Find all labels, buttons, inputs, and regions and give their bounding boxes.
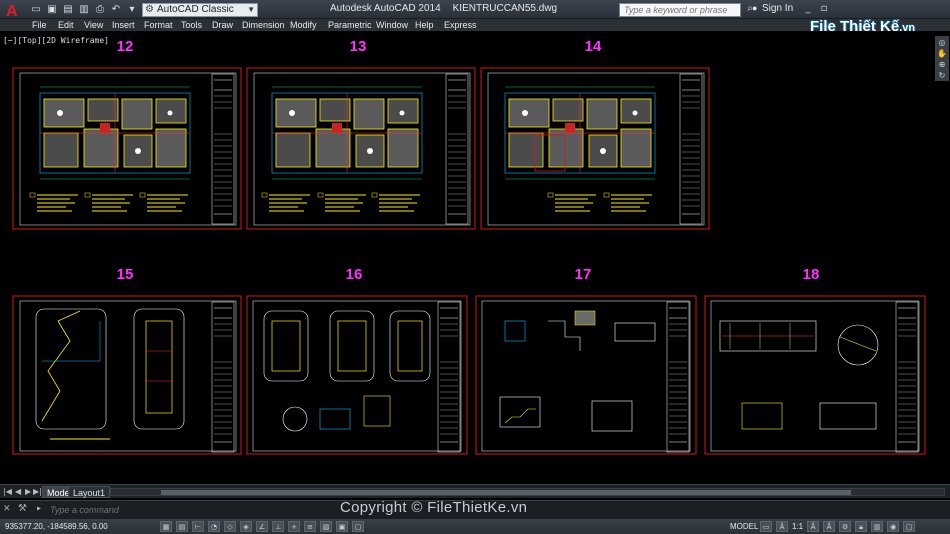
- sign-in-label: Sign In: [762, 3, 794, 14]
- sheet-18[interactable]: [704, 295, 926, 455]
- orbit-icon[interactable]: ↻: [939, 71, 946, 80]
- sheet-number-14: 14: [584, 38, 602, 55]
- navigation-bar: ◎ ✋ ⊕ ↻: [935, 36, 949, 81]
- annotation-scale-icon[interactable]: Å: [776, 521, 788, 532]
- window-title: Autodesk AutoCAD 2014 KIENTRUCCAN55.dwg: [330, 3, 557, 14]
- scrollbar-thumb[interactable]: [161, 490, 851, 495]
- sheet-number-15: 15: [116, 266, 134, 283]
- grid-icon[interactable]: ▤: [176, 521, 188, 532]
- menu-express[interactable]: Express: [444, 19, 477, 31]
- otrack-icon[interactable]: ∠: [256, 521, 268, 532]
- plot-icon[interactable]: ⎙: [94, 4, 106, 16]
- close-icon[interactable]: ✕: [3, 504, 11, 514]
- annotation-scale[interactable]: 1:1: [792, 522, 803, 531]
- menu-dimension[interactable]: Dimension: [242, 19, 285, 31]
- dyn-icon[interactable]: +: [288, 521, 300, 532]
- dropdown-icon[interactable]: ▾: [126, 4, 138, 16]
- model-space-toggle[interactable]: MODEL: [730, 522, 758, 531]
- workspace-select[interactable]: ⚙ AutoCAD Classic ▼: [142, 3, 258, 17]
- sheet-number-16: 16: [345, 266, 363, 283]
- viewport-controls[interactable]: [−][Top][2D Wireframe]: [3, 36, 109, 45]
- sign-in-button[interactable]: ● Sign In: [752, 3, 793, 14]
- menu-bar: File Edit View Insert Format Tools Draw …: [0, 19, 950, 31]
- menu-draw[interactable]: Draw: [212, 19, 233, 31]
- undo-icon[interactable]: ↶: [110, 4, 122, 16]
- sheet-12[interactable]: [12, 67, 242, 230]
- menu-window[interactable]: Window: [376, 19, 408, 31]
- workspace-label: AutoCAD Classic: [157, 4, 234, 15]
- viewport-icon[interactable]: ▭: [760, 521, 772, 532]
- annotation-visibility-icon[interactable]: Å: [807, 521, 820, 532]
- snap-icon[interactable]: ▦: [160, 521, 172, 532]
- prev-tab-icon[interactable]: ◀: [15, 487, 21, 496]
- open-icon[interactable]: ▣: [46, 4, 58, 16]
- 3d-osnap-icon[interactable]: ◈: [240, 521, 252, 532]
- copyright-watermark: Copyright © FileThietKe.vn: [340, 499, 528, 516]
- wrench-icon[interactable]: ⚒: [18, 503, 27, 514]
- drawing-svg: [12, 67, 926, 455]
- ortho-icon[interactable]: ⊢: [192, 521, 204, 532]
- new-icon[interactable]: ▭: [30, 4, 42, 16]
- workspace-switch-icon[interactable]: ⚙: [839, 521, 852, 532]
- tpy-icon[interactable]: ▧: [320, 521, 332, 532]
- qp-icon[interactable]: ▣: [336, 521, 348, 532]
- next-tab-icon[interactable]: ▶: [25, 487, 31, 496]
- status-right-tools: ▭ Å 1:1 Å Å ⚙ 🔒︎ ▥ ◉ ▢: [760, 521, 916, 532]
- menu-insert[interactable]: Insert: [112, 19, 135, 31]
- tab-layout1[interactable]: Layout1: [68, 486, 111, 498]
- menu-format[interactable]: Format: [144, 19, 173, 31]
- sheet-number-13: 13: [349, 38, 367, 55]
- sheet-17[interactable]: [475, 295, 697, 455]
- lock-icon[interactable]: 🔒︎: [855, 521, 868, 532]
- ducs-icon[interactable]: ⊥: [272, 521, 284, 532]
- sc-icon[interactable]: ▢: [352, 521, 364, 532]
- status-bar: 935377.20, -184589.56, 0.00 ▦ ▤ ⊢ ◔ ◇ ◈ …: [0, 518, 950, 534]
- polar-icon[interactable]: ◔: [208, 521, 220, 532]
- help-search-input[interactable]: [619, 3, 741, 17]
- isolate-icon[interactable]: ◉: [887, 521, 900, 532]
- autoscale-icon[interactable]: Å: [823, 521, 836, 532]
- gear-icon: ⚙: [145, 4, 154, 15]
- zoom-icon[interactable]: ⊕: [939, 60, 946, 69]
- chevron-down-icon: ▼: [247, 5, 255, 14]
- save-as-icon[interactable]: ▥: [78, 4, 90, 16]
- sheet-16[interactable]: [246, 295, 468, 455]
- menu-modify[interactable]: Modify: [290, 19, 317, 31]
- horizontal-scrollbar[interactable]: [110, 488, 945, 496]
- file-name: KIENTRUCCAN55.dwg: [452, 3, 558, 14]
- app-title: Autodesk AutoCAD 2014: [330, 3, 441, 14]
- menu-help[interactable]: Help: [415, 19, 434, 31]
- autocad-window: A ▭ ▣ ▤ ▥ ⎙ ↶ ▾ ↷ ▾ ⚙ AutoCAD Classic ▼ …: [0, 0, 950, 534]
- menu-file[interactable]: File: [32, 19, 47, 31]
- pan-icon[interactable]: ✋: [937, 49, 947, 58]
- user-icon: ●: [752, 3, 758, 13]
- menu-parametric[interactable]: Parametric: [328, 19, 372, 31]
- last-tab-icon[interactable]: ▶|: [33, 487, 42, 496]
- lwt-icon[interactable]: ≡: [304, 521, 316, 532]
- drafting-toggles: ▦ ▤ ⊢ ◔ ◇ ◈ ∠ ⊥ + ≡ ▧ ▣ ▢: [160, 521, 364, 532]
- sheet-14[interactable]: [480, 67, 710, 230]
- sheet-number-12: 12: [116, 38, 134, 55]
- sheet-13[interactable]: [246, 67, 476, 230]
- sheet-number-18: 18: [802, 266, 820, 283]
- sheet-15[interactable]: [12, 295, 242, 455]
- menu-tools[interactable]: Tools: [181, 19, 202, 31]
- layout-tabs-bar: |◀ ◀ ▶ ▶| Model Layout1: [0, 484, 950, 498]
- cursor-coordinates[interactable]: 935377.20, -184589.56, 0.00: [5, 522, 108, 531]
- osnap-icon[interactable]: ◇: [224, 521, 236, 532]
- clean-screen-icon[interactable]: ▢: [903, 521, 916, 532]
- menu-view[interactable]: View: [84, 19, 103, 31]
- title-bar: A ▭ ▣ ▤ ▥ ⎙ ↶ ▾ ↷ ▾ ⚙ AutoCAD Classic ▼ …: [0, 0, 950, 20]
- steering-wheel-icon[interactable]: ◎: [939, 38, 946, 47]
- command-prompt-icon: ▸: [36, 503, 43, 514]
- save-icon[interactable]: ▤: [62, 4, 74, 16]
- sheet-number-17: 17: [574, 266, 592, 283]
- menu-edit[interactable]: Edit: [58, 19, 74, 31]
- command-input[interactable]: [50, 503, 310, 516]
- hardware-accel-icon[interactable]: ▥: [871, 521, 884, 532]
- first-tab-icon[interactable]: |◀: [3, 487, 12, 496]
